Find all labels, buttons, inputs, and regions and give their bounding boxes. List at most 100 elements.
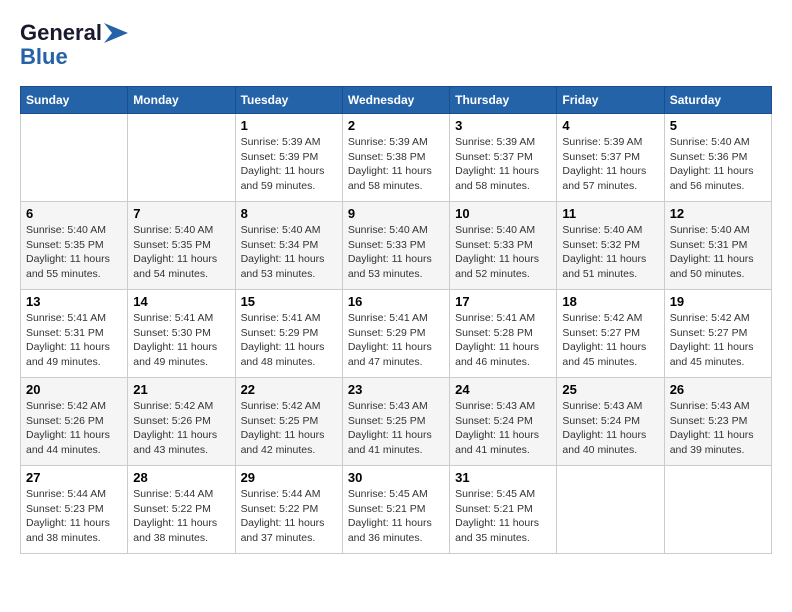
cell-sun-info: Sunrise: 5:40 AM Sunset: 5:33 PM Dayligh…	[455, 223, 551, 282]
calendar-cell: 6 Sunrise: 5:40 AM Sunset: 5:35 PM Daylig…	[21, 202, 128, 290]
cell-sun-info: Sunrise: 5:43 AM Sunset: 5:23 PM Dayligh…	[670, 399, 766, 458]
calendar-cell: 18 Sunrise: 5:42 AM Sunset: 5:27 PM Dayli…	[557, 290, 664, 378]
cell-sun-info: Sunrise: 5:41 AM Sunset: 5:29 PM Dayligh…	[348, 311, 444, 370]
cell-sun-info: Sunrise: 5:40 AM Sunset: 5:35 PM Dayligh…	[133, 223, 229, 282]
day-number: 22	[241, 382, 337, 397]
calendar-cell: 23Sunrise: 5:43 AM Sunset: 5:25 PM Dayli…	[342, 378, 449, 466]
cell-sun-info: Sunrise: 5:41 AM Sunset: 5:31 PM Dayligh…	[26, 311, 122, 370]
calendar-cell: 19 Sunrise: 5:42 AM Sunset: 5:27 PM Dayli…	[664, 290, 771, 378]
day-number: 5	[670, 118, 766, 133]
calendar-cell: 3 Sunrise: 5:39 AM Sunset: 5:37 PM Daylig…	[450, 114, 557, 202]
calendar-cell: 13 Sunrise: 5:41 AM Sunset: 5:31 PM Dayli…	[21, 290, 128, 378]
calendar-cell: 5 Sunrise: 5:40 AM Sunset: 5:36 PM Daylig…	[664, 114, 771, 202]
day-number: 29	[241, 470, 337, 485]
day-number: 9	[348, 206, 444, 221]
weekday-header-monday: Monday	[128, 87, 235, 114]
weekday-header-friday: Friday	[557, 87, 664, 114]
weekday-header-wednesday: Wednesday	[342, 87, 449, 114]
day-number: 19	[670, 294, 766, 309]
cell-sun-info: Sunrise: 5:40 AM Sunset: 5:32 PM Dayligh…	[562, 223, 658, 282]
day-number: 26	[670, 382, 766, 397]
page-header: General Blue	[20, 20, 772, 70]
calendar-cell: 8 Sunrise: 5:40 AM Sunset: 5:34 PM Daylig…	[235, 202, 342, 290]
day-number: 8	[241, 206, 337, 221]
calendar-cell	[557, 466, 664, 554]
calendar-cell: 31Sunrise: 5:45 AM Sunset: 5:21 PM Dayli…	[450, 466, 557, 554]
cell-sun-info: Sunrise: 5:40 AM Sunset: 5:36 PM Dayligh…	[670, 135, 766, 194]
calendar-cell: 21Sunrise: 5:42 AM Sunset: 5:26 PM Dayli…	[128, 378, 235, 466]
logo-container: General Blue	[20, 20, 128, 70]
calendar-cell: 16 Sunrise: 5:41 AM Sunset: 5:29 PM Dayli…	[342, 290, 449, 378]
cell-sun-info: Sunrise: 5:43 AM Sunset: 5:24 PM Dayligh…	[562, 399, 658, 458]
calendar-cell: 26 Sunrise: 5:43 AM Sunset: 5:23 PM Dayli…	[664, 378, 771, 466]
cell-sun-info: Sunrise: 5:42 AM Sunset: 5:27 PM Dayligh…	[562, 311, 658, 370]
calendar-cell: 27Sunrise: 5:44 AM Sunset: 5:23 PM Dayli…	[21, 466, 128, 554]
calendar-cell: 10 Sunrise: 5:40 AM Sunset: 5:33 PM Dayli…	[450, 202, 557, 290]
cell-sun-info: Sunrise: 5:45 AM Sunset: 5:21 PM Dayligh…	[455, 487, 551, 546]
calendar-cell: 17Sunrise: 5:41 AM Sunset: 5:28 PM Dayli…	[450, 290, 557, 378]
day-number: 17	[455, 294, 551, 309]
calendar-cell: 12Sunrise: 5:40 AM Sunset: 5:31 PM Dayli…	[664, 202, 771, 290]
cell-sun-info: Sunrise: 5:42 AM Sunset: 5:25 PM Dayligh…	[241, 399, 337, 458]
calendar-cell: 22 Sunrise: 5:42 AM Sunset: 5:25 PM Dayli…	[235, 378, 342, 466]
cell-sun-info: Sunrise: 5:40 AM Sunset: 5:33 PM Dayligh…	[348, 223, 444, 282]
weekday-header-sunday: Sunday	[21, 87, 128, 114]
cell-sun-info: Sunrise: 5:43 AM Sunset: 5:25 PM Dayligh…	[348, 399, 444, 458]
cell-sun-info: Sunrise: 5:42 AM Sunset: 5:26 PM Dayligh…	[26, 399, 122, 458]
day-number: 7	[133, 206, 229, 221]
calendar-week-2: 6 Sunrise: 5:40 AM Sunset: 5:35 PM Daylig…	[21, 202, 772, 290]
calendar-cell: 30Sunrise: 5:45 AM Sunset: 5:21 PM Dayli…	[342, 466, 449, 554]
calendar-cell: 2 Sunrise: 5:39 AM Sunset: 5:38 PM Daylig…	[342, 114, 449, 202]
day-number: 21	[133, 382, 229, 397]
calendar-cell: 11 Sunrise: 5:40 AM Sunset: 5:32 PM Dayli…	[557, 202, 664, 290]
logo-blue: Blue	[20, 44, 128, 70]
calendar-cell: 20 Sunrise: 5:42 AM Sunset: 5:26 PM Dayli…	[21, 378, 128, 466]
day-number: 25	[562, 382, 658, 397]
day-number: 2	[348, 118, 444, 133]
cell-sun-info: Sunrise: 5:40 AM Sunset: 5:34 PM Dayligh…	[241, 223, 337, 282]
cell-sun-info: Sunrise: 5:44 AM Sunset: 5:23 PM Dayligh…	[26, 487, 122, 546]
day-number: 1	[241, 118, 337, 133]
calendar-cell: 29 Sunrise: 5:44 AM Sunset: 5:22 PM Dayli…	[235, 466, 342, 554]
day-number: 10	[455, 206, 551, 221]
day-number: 20	[26, 382, 122, 397]
cell-sun-info: Sunrise: 5:40 AM Sunset: 5:31 PM Dayligh…	[670, 223, 766, 282]
calendar-cell: 4 Sunrise: 5:39 AM Sunset: 5:37 PM Daylig…	[557, 114, 664, 202]
logo: General Blue	[20, 20, 128, 70]
cell-sun-info: Sunrise: 5:42 AM Sunset: 5:27 PM Dayligh…	[670, 311, 766, 370]
weekday-header-saturday: Saturday	[664, 87, 771, 114]
cell-sun-info: Sunrise: 5:39 AM Sunset: 5:39 PM Dayligh…	[241, 135, 337, 194]
calendar-cell: 28 Sunrise: 5:44 AM Sunset: 5:22 PM Dayli…	[128, 466, 235, 554]
calendar-week-5: 27Sunrise: 5:44 AM Sunset: 5:23 PM Dayli…	[21, 466, 772, 554]
day-number: 18	[562, 294, 658, 309]
cell-sun-info: Sunrise: 5:44 AM Sunset: 5:22 PM Dayligh…	[241, 487, 337, 546]
calendar-cell	[21, 114, 128, 202]
day-number: 4	[562, 118, 658, 133]
calendar-cell: 9 Sunrise: 5:40 AM Sunset: 5:33 PM Daylig…	[342, 202, 449, 290]
calendar-table: SundayMondayTuesdayWednesdayThursdayFrid…	[20, 86, 772, 554]
calendar-week-1: 1 Sunrise: 5:39 AM Sunset: 5:39 PM Daylig…	[21, 114, 772, 202]
cell-sun-info: Sunrise: 5:39 AM Sunset: 5:37 PM Dayligh…	[562, 135, 658, 194]
cell-sun-info: Sunrise: 5:39 AM Sunset: 5:37 PM Dayligh…	[455, 135, 551, 194]
logo-general: General	[20, 20, 102, 46]
cell-sun-info: Sunrise: 5:44 AM Sunset: 5:22 PM Dayligh…	[133, 487, 229, 546]
weekday-header-tuesday: Tuesday	[235, 87, 342, 114]
day-number: 3	[455, 118, 551, 133]
calendar-cell: 15 Sunrise: 5:41 AM Sunset: 5:29 PM Dayli…	[235, 290, 342, 378]
day-number: 15	[241, 294, 337, 309]
cell-sun-info: Sunrise: 5:43 AM Sunset: 5:24 PM Dayligh…	[455, 399, 551, 458]
day-number: 13	[26, 294, 122, 309]
day-number: 6	[26, 206, 122, 221]
calendar-cell	[664, 466, 771, 554]
day-number: 11	[562, 206, 658, 221]
cell-sun-info: Sunrise: 5:40 AM Sunset: 5:35 PM Dayligh…	[26, 223, 122, 282]
calendar-cell: 1 Sunrise: 5:39 AM Sunset: 5:39 PM Daylig…	[235, 114, 342, 202]
logo-bird-icon	[104, 23, 128, 43]
calendar-cell: 14Sunrise: 5:41 AM Sunset: 5:30 PM Dayli…	[128, 290, 235, 378]
day-number: 28	[133, 470, 229, 485]
cell-sun-info: Sunrise: 5:41 AM Sunset: 5:29 PM Dayligh…	[241, 311, 337, 370]
calendar-week-3: 13 Sunrise: 5:41 AM Sunset: 5:31 PM Dayli…	[21, 290, 772, 378]
cell-sun-info: Sunrise: 5:39 AM Sunset: 5:38 PM Dayligh…	[348, 135, 444, 194]
calendar-cell: 7 Sunrise: 5:40 AM Sunset: 5:35 PM Daylig…	[128, 202, 235, 290]
day-number: 16	[348, 294, 444, 309]
